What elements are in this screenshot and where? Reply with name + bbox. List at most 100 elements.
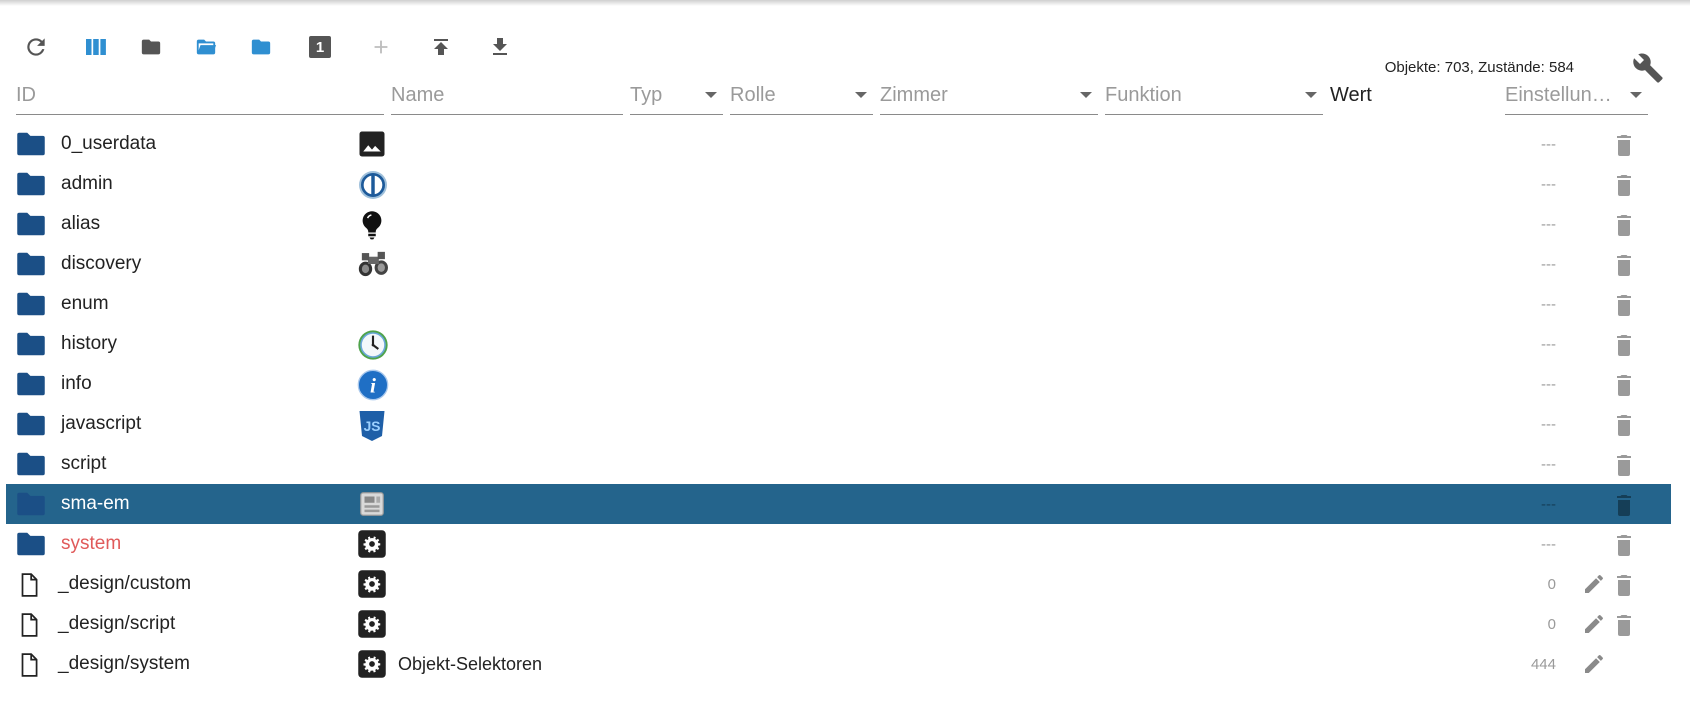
zimmer-select-label: Zimmer bbox=[880, 84, 948, 106]
svg-text:i: i bbox=[370, 373, 376, 397]
trash-icon[interactable] bbox=[1612, 291, 1638, 319]
folder-icon[interactable] bbox=[16, 411, 46, 437]
row-id[interactable]: _design/custom bbox=[58, 573, 191, 595]
pencil-icon[interactable] bbox=[1582, 572, 1608, 598]
folder-icon[interactable] bbox=[16, 251, 46, 277]
trash-icon[interactable] bbox=[1612, 611, 1638, 639]
gear-icon bbox=[357, 649, 389, 681]
einstellungen-select[interactable]: Einstellun… bbox=[1505, 78, 1648, 115]
upload-icon[interactable] bbox=[426, 32, 456, 62]
one-icon[interactable]: 1 bbox=[305, 32, 335, 62]
rolle-select[interactable]: Rolle bbox=[730, 78, 873, 115]
folder-icon[interactable] bbox=[16, 531, 46, 557]
row-id[interactable]: _design/script bbox=[58, 613, 175, 635]
row-name: Objekt-Selektoren bbox=[398, 654, 543, 674]
rolle-select-label: Rolle bbox=[730, 84, 776, 106]
folder-icon[interactable] bbox=[16, 331, 46, 357]
trash-icon[interactable] bbox=[1612, 371, 1638, 399]
funktion-select[interactable]: Funktion bbox=[1105, 78, 1323, 115]
tree-row[interactable]: script --- bbox=[0, 444, 1690, 484]
image-icon bbox=[357, 129, 389, 161]
trash-icon[interactable] bbox=[1612, 211, 1638, 239]
tree-row[interactable]: system --- bbox=[0, 524, 1690, 564]
tree-row[interactable]: enum --- bbox=[0, 284, 1690, 324]
row-id[interactable]: system bbox=[61, 533, 121, 555]
folder-icon[interactable] bbox=[16, 291, 46, 317]
folder-blue-icon[interactable] bbox=[246, 32, 276, 62]
trash-icon[interactable] bbox=[1612, 251, 1638, 279]
trash-icon[interactable] bbox=[1612, 331, 1638, 359]
gear-icon bbox=[357, 609, 389, 641]
object-stats: Objekte: 703, Zustände: 584 bbox=[1384, 59, 1574, 76]
row-id[interactable]: script bbox=[61, 453, 106, 475]
iobroker-icon bbox=[357, 169, 389, 201]
tree-row[interactable]: admin --- bbox=[0, 164, 1690, 204]
row-id[interactable]: admin bbox=[61, 173, 113, 195]
trash-icon[interactable] bbox=[1612, 411, 1638, 439]
tree-row[interactable]: sma-em --- bbox=[0, 484, 1690, 524]
tree-row[interactable]: _design/script 0 bbox=[0, 604, 1690, 644]
folder-icon[interactable] bbox=[16, 171, 46, 197]
row-id[interactable]: alias bbox=[61, 213, 100, 235]
lightbulb-icon bbox=[357, 209, 389, 241]
row-id[interactable]: sma-em bbox=[61, 493, 130, 515]
einstellungen-select-label: Einstellun… bbox=[1505, 84, 1612, 106]
row-id[interactable]: history bbox=[61, 333, 117, 355]
folder-icon[interactable] bbox=[16, 451, 46, 477]
typ-select[interactable]: Typ bbox=[630, 78, 723, 115]
row-id[interactable]: discovery bbox=[61, 253, 141, 275]
pencil-icon[interactable] bbox=[1582, 652, 1608, 678]
tree-row[interactable]: alias --- bbox=[0, 204, 1690, 244]
tree-row[interactable]: discovery --- bbox=[0, 244, 1690, 284]
tree-row[interactable]: javascript JS --- bbox=[0, 404, 1690, 444]
tree-row[interactable]: _design/system Objekt-Selektoren 444 bbox=[0, 644, 1690, 684]
folder-icon[interactable] bbox=[16, 211, 46, 237]
file-icon[interactable] bbox=[16, 611, 46, 637]
plus-icon[interactable] bbox=[366, 32, 396, 62]
selected-row-highlight bbox=[6, 484, 1671, 524]
funktion-chevron-down-icon bbox=[1305, 92, 1317, 98]
trash-icon[interactable] bbox=[1612, 531, 1638, 559]
pencil-icon[interactable] bbox=[1582, 612, 1608, 638]
tree-row[interactable]: 0_userdata --- bbox=[0, 124, 1690, 164]
row-id[interactable]: info bbox=[61, 373, 92, 395]
row-id[interactable]: 0_userdata bbox=[61, 133, 156, 155]
typ-select-label: Typ bbox=[630, 84, 663, 106]
row-value: --- bbox=[1541, 176, 1556, 193]
folder-icon[interactable] bbox=[16, 491, 46, 517]
folder-open-icon[interactable] bbox=[191, 32, 221, 62]
row-value: --- bbox=[1541, 216, 1556, 233]
folder-icon[interactable] bbox=[16, 131, 46, 157]
file-icon[interactable] bbox=[16, 651, 46, 677]
rolle-chevron-down-icon bbox=[855, 92, 867, 98]
id-filter[interactable]: ID bbox=[16, 78, 384, 115]
row-value: --- bbox=[1541, 496, 1556, 513]
trash-icon[interactable] bbox=[1612, 451, 1638, 479]
folder-icon[interactable] bbox=[136, 32, 166, 62]
object-tree: 0_userdata --- admin --- alias --- discovery --… bbox=[0, 124, 1690, 684]
row-value: --- bbox=[1541, 136, 1556, 153]
folder-icon[interactable] bbox=[16, 371, 46, 397]
download-icon[interactable] bbox=[485, 32, 515, 62]
file-icon[interactable] bbox=[16, 571, 46, 597]
zimmer-select[interactable]: Zimmer bbox=[880, 78, 1098, 115]
trash-icon[interactable] bbox=[1612, 171, 1638, 199]
tree-row[interactable]: _design/custom 0 bbox=[0, 564, 1690, 604]
row-value: --- bbox=[1541, 416, 1556, 433]
trash-icon[interactable] bbox=[1612, 571, 1638, 599]
einstellungen-chevron-down-icon bbox=[1630, 92, 1642, 98]
columns-icon[interactable] bbox=[81, 32, 111, 62]
row-id[interactable]: enum bbox=[61, 293, 109, 315]
trash-icon[interactable] bbox=[1612, 491, 1638, 519]
row-value: --- bbox=[1541, 296, 1556, 313]
refresh-icon[interactable] bbox=[21, 32, 51, 62]
row-value: --- bbox=[1541, 456, 1556, 473]
row-id[interactable]: _design/system bbox=[58, 653, 190, 675]
trash-icon[interactable] bbox=[1612, 131, 1638, 159]
name-filter[interactable]: Name bbox=[391, 78, 623, 115]
svg-text:JS: JS bbox=[364, 419, 381, 434]
top-shadow bbox=[0, 0, 1690, 6]
row-id[interactable]: javascript bbox=[61, 413, 141, 435]
tree-row[interactable]: history --- bbox=[0, 324, 1690, 364]
tree-row[interactable]: info i --- bbox=[0, 364, 1690, 404]
